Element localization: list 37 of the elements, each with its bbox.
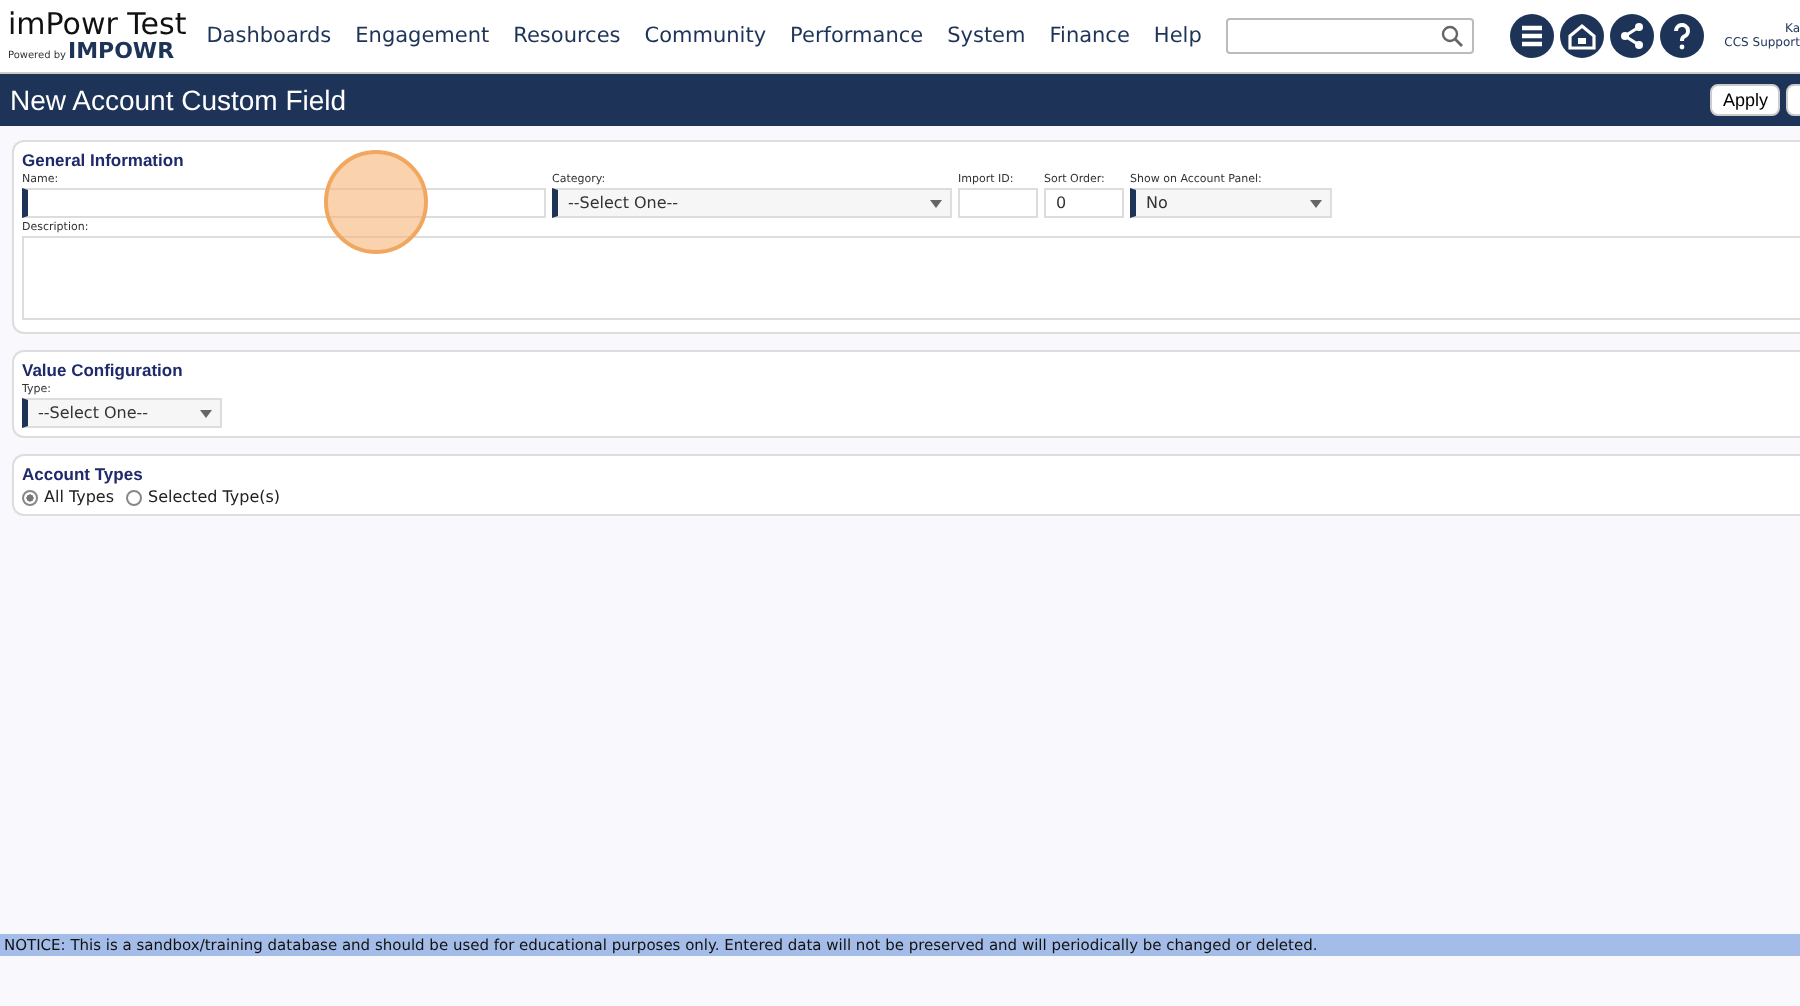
click-indicator (324, 150, 428, 254)
nav-menu-item[interactable]: Engagement (355, 24, 490, 48)
dropdown[interactable]: --Select One-- (552, 188, 952, 218)
nav-menu-item[interactable]: Dashboards (206, 24, 332, 48)
caret-icon (200, 410, 212, 418)
caret-icon (1310, 200, 1322, 208)
nav-menu-item[interactable]: Performance (790, 24, 924, 48)
text-field[interactable] (958, 188, 1038, 218)
toolbar-button[interactable]: Apply (1710, 84, 1780, 116)
nav-menu-item[interactable]: Finance (1049, 24, 1130, 48)
radio-button[interactable] (126, 489, 143, 505)
nav-menu-item[interactable]: Help (1153, 24, 1202, 48)
search-icon (1439, 24, 1464, 48)
radio-option[interactable]: Selected Type(s) (126, 488, 281, 506)
text-field[interactable]: 0 (1044, 188, 1124, 218)
nav-menu-item[interactable]: Community (644, 24, 767, 48)
radio-button[interactable] (22, 489, 38, 505)
dropdown[interactable]: --Select One-- (22, 398, 222, 428)
nav-menu-item[interactable]: System (947, 24, 1026, 48)
search-field[interactable] (1225, 18, 1474, 54)
text-field[interactable] (22, 188, 546, 218)
nav-menu-item[interactable]: Resources (513, 24, 621, 48)
help-icon[interactable] (1660, 14, 1704, 58)
logo-title: imPowr Test (8, 10, 187, 40)
description-field[interactable] (22, 236, 1800, 320)
home-icon[interactable] (1560, 14, 1604, 58)
share-icon[interactable] (1610, 14, 1654, 58)
field-value: 0 (1056, 194, 1067, 212)
section-heading: Account Types (22, 464, 145, 484)
section-heading: Value Configuration (22, 360, 185, 380)
dropdown[interactable]: No (1130, 188, 1332, 218)
caret-icon (930, 200, 942, 208)
logo-brand: IMPOWR (67, 40, 175, 62)
section-heading: General Information (22, 150, 186, 170)
page-title: New Account Custom Field (10, 84, 347, 116)
radio-option[interactable]: All Types (22, 488, 115, 506)
list-icon[interactable] (1510, 14, 1554, 58)
